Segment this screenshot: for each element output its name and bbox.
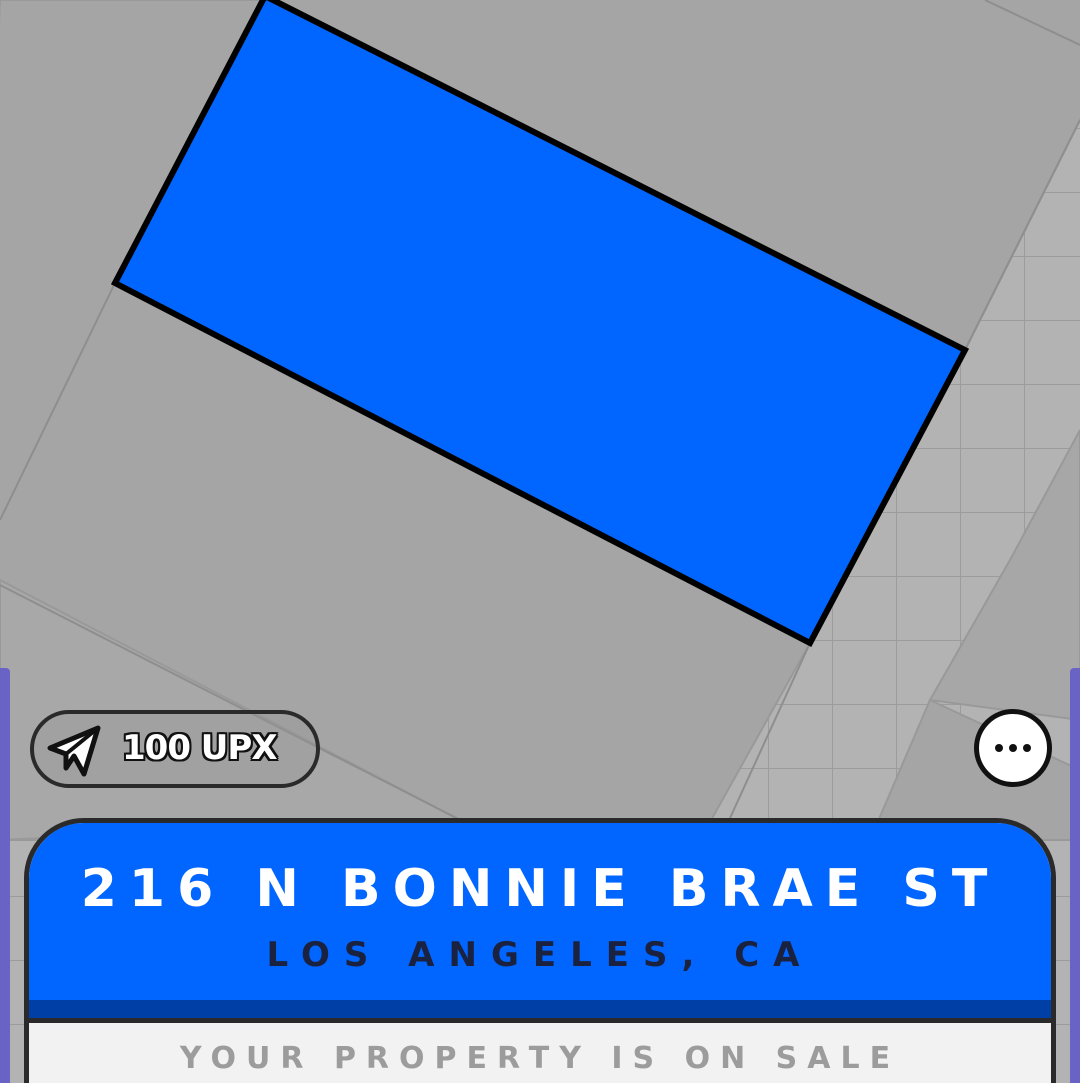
- price-pill-button[interactable]: 100 UPX: [30, 710, 320, 788]
- more-horizontal-icon: [995, 744, 1031, 752]
- property-card[interactable]: 216 N BONNIE BRAE ST LOS ANGELES, CA YOU…: [24, 818, 1056, 1083]
- property-street-address: 216 N BONNIE BRAE ST: [80, 859, 1000, 919]
- header-divider: [29, 1018, 1051, 1023]
- property-city-state: LOS ANGELES, CA: [266, 935, 814, 975]
- left-edge-accent: [0, 668, 10, 1083]
- sale-status-label: YOUR PROPERTY IS ON SALE: [179, 1041, 901, 1076]
- price-label: 100 UPX: [122, 728, 278, 768]
- header-accent-strip: [29, 1000, 1051, 1018]
- map-screen: 100 UPX 216 N BONNIE BRAE ST LOS ANGELES…: [0, 0, 1080, 1083]
- more-options-button[interactable]: [974, 709, 1052, 787]
- right-edge-accent: [1070, 668, 1080, 1083]
- property-card-header: 216 N BONNIE BRAE ST LOS ANGELES, CA: [29, 823, 1051, 1018]
- send-icon: [47, 725, 101, 777]
